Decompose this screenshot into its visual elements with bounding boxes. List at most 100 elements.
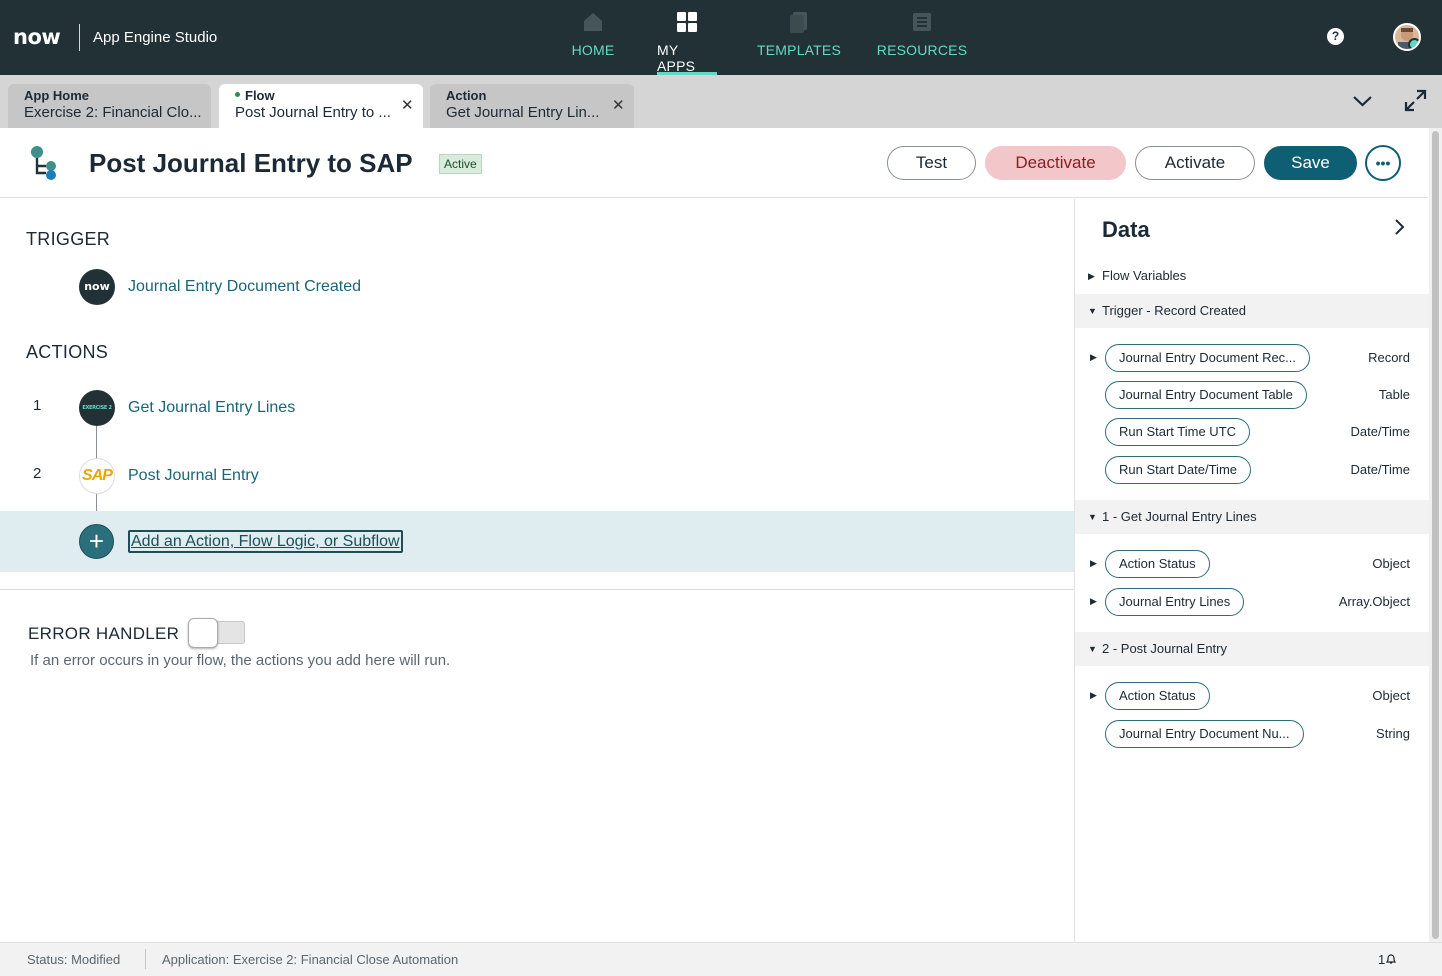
modified-dot-icon xyxy=(235,92,240,98)
data-pill[interactable]: Journal Entry Document Nu... xyxy=(1105,720,1304,748)
deactivate-button[interactable]: Deactivate xyxy=(985,146,1126,180)
trigger-section-label: TRIGGER xyxy=(26,229,111,249)
tab-title: Get Journal Entry Lin... xyxy=(446,104,600,121)
tab-type-label: Flow xyxy=(245,88,275,103)
actions-section-label: ACTIONS xyxy=(26,342,109,362)
scrollbar-thumb[interactable] xyxy=(1432,131,1439,939)
data-type: Object xyxy=(1372,688,1410,703)
error-handler-description: If an error occurs in your flow, the act… xyxy=(30,652,451,669)
avatar-photo-icon xyxy=(1398,28,1416,49)
sap-logo-icon: SAP xyxy=(79,458,115,494)
test-button[interactable]: Test xyxy=(887,146,976,180)
caret-right-icon: ▶ xyxy=(1088,271,1095,281)
chevron-down-icon[interactable] xyxy=(1352,94,1373,108)
group-label: 2 - Post Journal Entry xyxy=(1102,641,1227,656)
caret-right-icon[interactable]: ▶ xyxy=(1090,690,1097,701)
nav-my-apps[interactable]: MY APPS xyxy=(657,10,717,75)
tab-type: App Home xyxy=(24,88,89,103)
tab-app-home[interactable]: App Home Exercise 2: Financial Clo... xyxy=(8,84,211,128)
data-pill[interactable]: Journal Entry Lines xyxy=(1105,588,1245,616)
close-icon[interactable]: ✕ xyxy=(401,96,414,114)
status-text: Status: Modified xyxy=(27,952,121,967)
save-button[interactable]: Save xyxy=(1264,146,1357,180)
trigger-link[interactable]: Journal Entry Document Created xyxy=(128,278,361,296)
group-trigger[interactable]: ▼ Trigger - Record Created xyxy=(1075,294,1429,328)
resources-icon xyxy=(913,13,931,31)
group-flow-variables[interactable]: ▶ Flow Variables xyxy=(1075,259,1429,293)
tab-type: Action xyxy=(446,88,487,103)
expand-icon[interactable] xyxy=(1404,89,1427,112)
home-icon xyxy=(584,13,602,31)
caret-down-icon: ▼ xyxy=(1088,644,1097,654)
caret-right-icon[interactable]: ▶ xyxy=(1090,558,1097,569)
nav-resources-label: RESOURCES xyxy=(876,42,968,58)
nav-templates-label: TEMPLATES xyxy=(757,42,842,58)
application-text: Application: Exercise 2: Financial Close… xyxy=(162,952,459,967)
data-pill[interactable]: Action Status xyxy=(1105,550,1210,578)
flow-canvas: TRIGGER now Journal Entry Document Creat… xyxy=(0,199,1074,942)
more-options-button[interactable]: ••• xyxy=(1365,145,1401,181)
logo-divider xyxy=(79,24,80,51)
data-type: Table xyxy=(1378,387,1410,402)
bell-icon xyxy=(1386,954,1397,964)
nav-home-label: HOME xyxy=(571,42,615,58)
plus-icon[interactable]: + xyxy=(79,524,114,559)
caret-down-icon: ▼ xyxy=(1088,512,1097,522)
data-pill[interactable]: Journal Entry Document Table xyxy=(1105,381,1307,409)
notifications[interactable]: 1 xyxy=(1378,952,1397,967)
action-number: 2 xyxy=(33,465,42,482)
exercise-app-icon: EXERCISE 2 xyxy=(79,390,115,426)
flow-header: Post Journal Entry to SAP Active Test De… xyxy=(0,128,1428,198)
data-pill[interactable]: Run Start Date/Time xyxy=(1105,456,1252,484)
tab-title: Post Journal Entry to ... xyxy=(235,104,391,121)
document-tabs-bar: App Home Exercise 2: Financial Clo... Fl… xyxy=(0,75,1442,128)
status-badge: Active xyxy=(439,154,482,174)
vertical-scrollbar[interactable] xyxy=(1429,128,1442,942)
data-panel: Data ▶ Flow Variables ▼ Trigger - Record C… xyxy=(1074,199,1429,942)
group-label: Trigger - Record Created xyxy=(1102,303,1247,318)
data-type: Object xyxy=(1372,556,1410,571)
servicenow-logo[interactable]: now xyxy=(13,25,61,49)
app-window: now App Engine Studio HOME MY APPS TEMPL… xyxy=(0,0,1442,976)
notification-count: 1 xyxy=(1378,952,1386,967)
action-number: 1 xyxy=(33,397,42,414)
caret-right-icon[interactable]: ▶ xyxy=(1090,352,1097,363)
error-handler-toggle[interactable] xyxy=(188,618,245,648)
data-panel-title: Data xyxy=(1102,217,1150,242)
data-type: Array.Object xyxy=(1338,594,1410,609)
group-label: 1 - Get Journal Entry Lines xyxy=(1102,509,1257,524)
templates-icon xyxy=(790,12,807,33)
activate-button[interactable]: Activate xyxy=(1135,146,1255,180)
add-action-link[interactable]: Add an Action, Flow Logic, or Subflow xyxy=(128,530,403,553)
help-icon[interactable]: ? xyxy=(1327,28,1344,45)
user-avatar[interactable] xyxy=(1393,23,1421,51)
close-icon[interactable]: ✕ xyxy=(612,96,625,114)
nav-resources[interactable]: RESOURCES xyxy=(877,10,967,75)
status-divider xyxy=(145,949,146,969)
nav-templates[interactable]: TEMPLATES xyxy=(757,10,842,75)
group-action-1[interactable]: ▼ 1 - Get Journal Entry Lines xyxy=(1075,500,1429,534)
group-label: Flow Variables xyxy=(1102,268,1187,283)
tab-action[interactable]: Action Get Journal Entry Lin... ✕ xyxy=(430,84,634,128)
trigger-icon: now xyxy=(79,269,115,305)
tab-title: Exercise 2: Financial Clo... xyxy=(24,104,202,121)
app-title: App Engine Studio xyxy=(93,29,218,46)
grid-icon xyxy=(677,12,697,32)
action-link[interactable]: Get Journal Entry Lines xyxy=(128,399,295,417)
data-pill[interactable]: Journal Entry Document Rec... xyxy=(1105,344,1311,372)
data-type: String xyxy=(1376,726,1410,741)
error-handler-label: ERROR HANDLER xyxy=(28,624,180,643)
caret-down-icon: ▼ xyxy=(1088,306,1097,316)
status-bar: Status: Modified Application: Exercise 2… xyxy=(0,942,1442,976)
top-navigation-bar: now App Engine Studio HOME MY APPS TEMPL… xyxy=(0,0,1442,75)
group-action-2[interactable]: ▼ 2 - Post Journal Entry xyxy=(1075,632,1429,666)
nav-home[interactable]: HOME xyxy=(571,10,615,75)
action-link[interactable]: Post Journal Entry xyxy=(128,467,259,485)
chevron-right-icon[interactable] xyxy=(1393,218,1405,236)
tab-flow[interactable]: Flow Post Journal Entry to ... ✕ xyxy=(219,84,423,128)
data-pill[interactable]: Action Status xyxy=(1105,682,1210,710)
nav-my-apps-label: MY APPS xyxy=(657,42,696,74)
data-pill[interactable]: Run Start Time UTC xyxy=(1105,418,1251,446)
caret-right-icon[interactable]: ▶ xyxy=(1090,596,1097,607)
add-step-row[interactable]: + Add an Action, Flow Logic, or Subflow xyxy=(0,511,1074,572)
